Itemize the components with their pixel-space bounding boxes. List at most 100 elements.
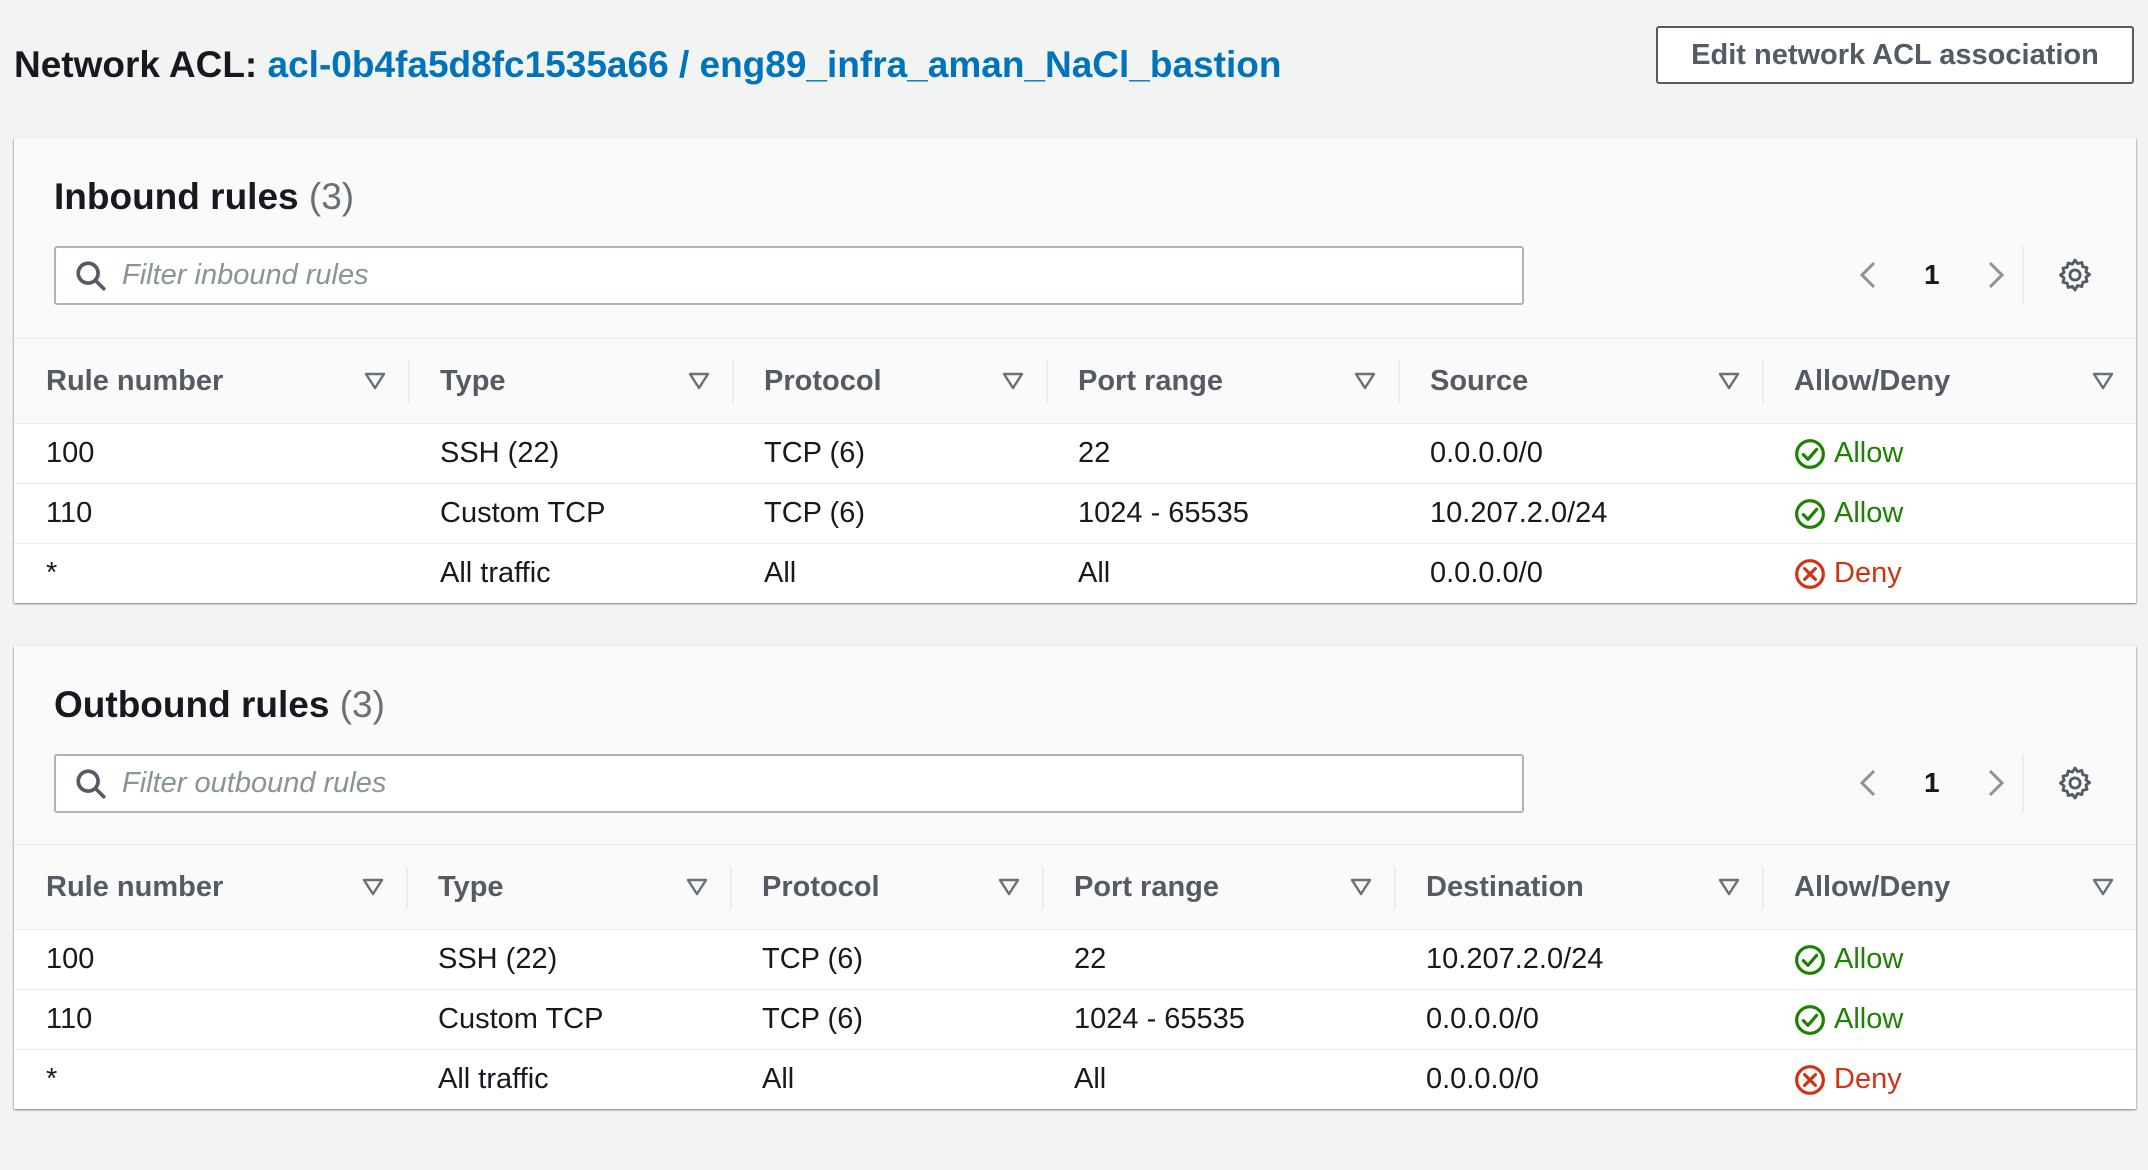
inbound-pagination: 1 [1854, 255, 2010, 295]
check-circle-icon [1795, 438, 1825, 469]
gear-icon[interactable] [2056, 256, 2094, 294]
destination-cell: 0.0.0.0/0 [1426, 1063, 1539, 1095]
column-label: Rule number [46, 364, 224, 397]
inbound-rules-panel: Inbound rules (3) Filter inbound rules 1… [14, 138, 2136, 603]
inbound-pager-divider [2022, 246, 2024, 304]
column-header-rule-number[interactable]: Rule number [14, 339, 408, 424]
acl-name-link[interactable]: eng89_infra_aman_NaCl_bastion [700, 44, 1282, 85]
column-header-allow-deny[interactable]: Allow/Deny [1762, 845, 2136, 930]
port-range-cell: 22 [1042, 929, 1394, 990]
column-header-protocol[interactable]: Protocol [730, 845, 1042, 930]
column-header-protocol[interactable]: Protocol [732, 339, 1046, 424]
column-header-destination[interactable]: Destination [1394, 845, 1762, 930]
column-header-rule-number[interactable]: Rule number [14, 845, 406, 930]
destination-cell: 0.0.0.0/0 [1394, 989, 1762, 1050]
table-row: 110 Custom TCP TCP (6) 1024 - 65535 10.2… [14, 483, 2136, 544]
column-separator [1046, 361, 1048, 403]
acl-id-link[interactable]: acl-0b4fa5d8fc1535a66 [268, 44, 669, 85]
column-label: Type [438, 870, 504, 903]
sort-caret-icon[interactable] [2092, 372, 2114, 390]
status-deny: Deny [1794, 557, 2136, 590]
source-cell: 10.207.2.0/24 [1398, 483, 1762, 544]
allow-deny-cell: Allow [1762, 483, 2136, 544]
inbound-rules-title: Inbound rules (3) [54, 176, 354, 218]
rule-number-cell: * [46, 557, 58, 589]
type-cell: SSH (22) [408, 423, 732, 484]
status-allow: Allow [1794, 437, 2136, 470]
outbound-count: (3) [339, 684, 385, 725]
column-label: Protocol [764, 364, 882, 397]
outbound-title-text: Outbound rules [54, 684, 330, 725]
status-allow: Allow [1794, 943, 2136, 976]
filter-outbound-rules-input[interactable]: Filter outbound rules [54, 754, 1524, 813]
column-header-source[interactable]: Source [1398, 339, 1762, 424]
allow-deny-cell: Allow [1762, 929, 2136, 990]
protocol-cell: TCP (6) [732, 483, 1046, 544]
column-label: Type [440, 364, 506, 397]
port-range-cell: All [1074, 1063, 1107, 1095]
sort-caret-icon[interactable] [2092, 878, 2114, 896]
column-separator [408, 361, 410, 403]
column-label: Destination [1426, 870, 1584, 903]
table-row: * All traffic All All 0.0.0.0/0 Deny [14, 1050, 2136, 1110]
status-text: Allow [1834, 437, 1904, 469]
sort-caret-icon[interactable] [1350, 878, 1372, 896]
column-separator [1042, 867, 1044, 909]
inbound-title-text: Inbound rules [54, 176, 299, 217]
check-circle-icon [1795, 498, 1825, 529]
type-cell: Custom TCP [406, 989, 730, 1050]
sort-caret-icon[interactable] [688, 372, 710, 390]
status-deny: Deny [1794, 1063, 2136, 1096]
allow-deny-cell: Allow [1762, 423, 2136, 484]
chevron-right-icon[interactable] [1980, 255, 2010, 295]
sort-caret-icon[interactable] [1002, 372, 1024, 390]
inbound-count: (3) [308, 176, 355, 217]
filter-inbound-rules-input[interactable]: Filter inbound rules [54, 246, 1524, 305]
allow-deny-cell: Deny [1762, 1050, 2136, 1110]
inbound-rules-header: Inbound rules (3) Filter inbound rules 1 [14, 138, 2136, 339]
title-separator: / [678, 44, 690, 85]
rule-number-cell: 110 [14, 989, 406, 1050]
search-icon [76, 260, 106, 291]
column-header-port-range[interactable]: Port range [1046, 339, 1398, 424]
column-header-type[interactable]: Type [406, 845, 730, 930]
source-cell: 0.0.0.0/0 [1430, 557, 1543, 589]
status-text: Deny [1834, 1063, 1902, 1095]
chevron-right-icon[interactable] [1980, 763, 2010, 803]
column-header-type[interactable]: Type [408, 339, 732, 424]
sort-caret-icon[interactable] [1718, 372, 1740, 390]
status-text: Allow [1834, 943, 1904, 975]
sort-caret-icon[interactable] [1354, 372, 1376, 390]
column-separator [1762, 361, 1764, 403]
outbound-pagination: 1 [1854, 763, 2010, 803]
rule-number-cell: 100 [14, 929, 406, 990]
sort-caret-icon[interactable] [364, 372, 386, 390]
column-header-allow-deny[interactable]: Allow/Deny [1762, 339, 2136, 424]
check-circle-icon [1795, 944, 1825, 975]
filter-outbound-placeholder: Filter outbound rules [122, 767, 387, 799]
sort-caret-icon[interactable] [362, 878, 384, 896]
status-text: Allow [1834, 497, 1904, 529]
outbound-page-number[interactable]: 1 [1924, 767, 1940, 799]
protocol-cell: TCP (6) [732, 423, 1046, 484]
edit-network-acl-association-button[interactable]: Edit network ACL association [1656, 26, 2134, 84]
inbound-page-number[interactable]: 1 [1924, 259, 1940, 291]
sort-caret-icon[interactable] [1718, 878, 1740, 896]
protocol-cell: TCP (6) [730, 989, 1042, 1050]
check-circle-icon [1795, 1004, 1825, 1035]
port-range-cell: 22 [1046, 423, 1398, 484]
sort-caret-icon[interactable] [998, 878, 1020, 896]
column-separator [1762, 867, 1764, 909]
protocol-cell: All [762, 1063, 795, 1095]
type-cell: All traffic [438, 1063, 549, 1095]
gear-icon[interactable] [2056, 764, 2094, 802]
rule-number-cell: 110 [14, 483, 408, 544]
protocol-cell: TCP (6) [730, 929, 1042, 990]
filter-inbound-placeholder: Filter inbound rules [122, 259, 369, 291]
chevron-left-icon[interactable] [1854, 763, 1884, 803]
column-header-port-range[interactable]: Port range [1042, 845, 1394, 930]
sort-caret-icon[interactable] [686, 878, 708, 896]
port-range-cell: All [1078, 557, 1111, 589]
protocol-cell: All [764, 557, 797, 589]
chevron-left-icon[interactable] [1854, 255, 1884, 295]
